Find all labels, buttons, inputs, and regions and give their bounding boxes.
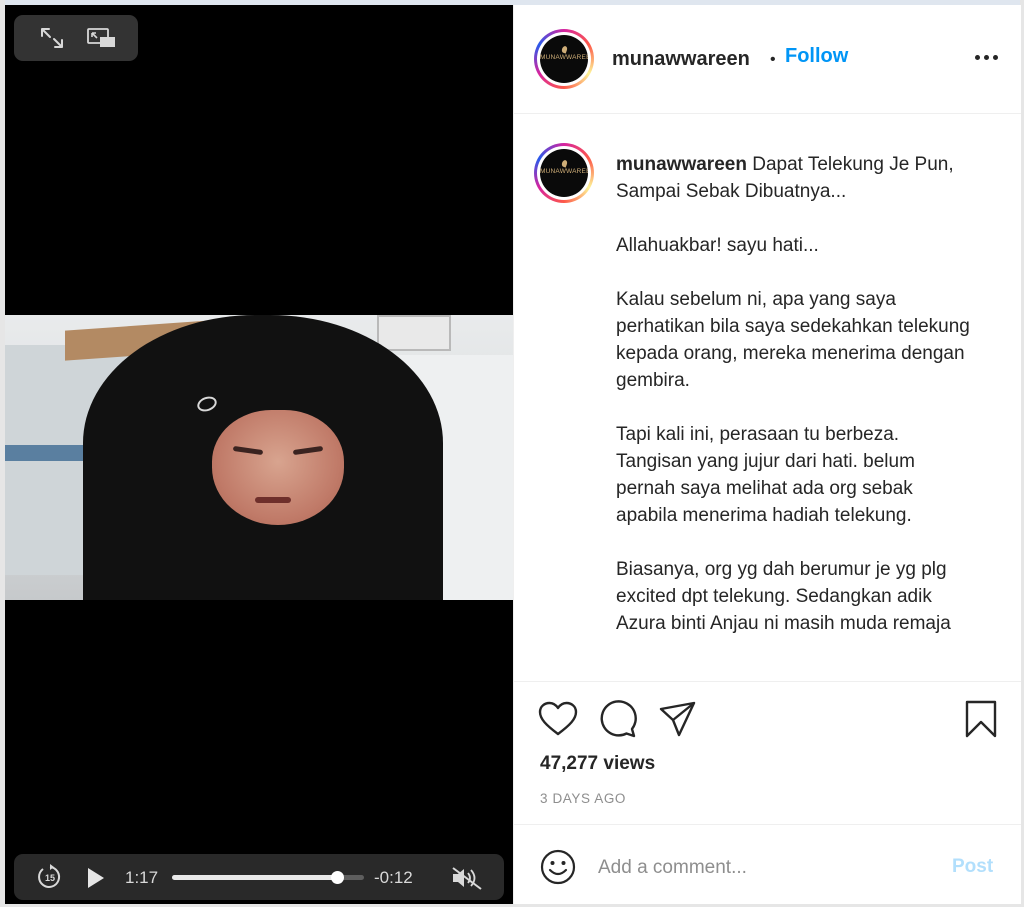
post-panel: MUNAWWAREEN munawwareen • Follow MUNAWWA… — [513, 5, 1021, 904]
speaker-muted-icon[interactable] — [450, 865, 484, 891]
avatar-image: MUNAWWAREEN — [540, 35, 588, 83]
avatar-border: MUNAWWAREEN — [537, 32, 591, 86]
video-player[interactable]: 15 1:17 -0:12 — [5, 5, 513, 904]
more-options-icon[interactable] — [972, 47, 1002, 67]
actions-divider — [514, 681, 1021, 682]
caption-avatar-logo-mark — [560, 159, 569, 168]
post-date[interactable]: 3 DAYS AGO — [540, 791, 626, 806]
avatar[interactable]: MUNAWWAREEN — [534, 29, 594, 89]
video-frame — [5, 315, 513, 600]
caption-paragraph: Kalau sebelum ni, apa yang saya perhatik… — [616, 289, 970, 391]
skip-back-label: 15 — [45, 873, 55, 883]
heart-icon[interactable] — [538, 701, 578, 742]
play-icon[interactable] — [84, 866, 106, 890]
elapsed-time: 1:17 — [125, 868, 159, 887]
skip-back-15-icon[interactable]: 15 — [36, 863, 64, 891]
avatar-logo-text: MUNAWWAREEN — [540, 54, 588, 61]
video-progress-fill — [172, 875, 338, 880]
comment-input[interactable] — [598, 853, 928, 883]
avatar-logo-mark — [560, 45, 569, 54]
post-caption: munawwareen Dapat Telekung Je Pun, Sampa… — [616, 151, 976, 664]
video-person-face — [212, 410, 344, 525]
video-scene-window — [377, 315, 451, 351]
video-scrubber-handle[interactable] — [331, 871, 345, 884]
caption-avatar-logo-text: MUNAWWAREEN — [540, 168, 588, 175]
caption-title-line: munawwareen Dapat Telekung Je Pun, Sampa… — [616, 151, 976, 205]
caption-avatar-border: MUNAWWAREEN — [537, 146, 591, 200]
header-username[interactable]: munawwareen — [612, 48, 750, 71]
caption-paragraph: Biasanya, org yg dah berumur je yg plg e… — [616, 559, 951, 634]
bookmark-icon[interactable] — [964, 700, 998, 743]
video-bottom-controls: 15 1:17 -0:12 — [14, 854, 504, 900]
caption-paragraph: Allahuakbar! sayu hati... — [616, 235, 819, 256]
caption-avatar-image: MUNAWWAREEN — [540, 149, 588, 197]
remaining-time: -0:12 — [374, 868, 413, 887]
video-person-mouth — [255, 497, 291, 503]
header-separator: • — [770, 51, 776, 68]
picture-in-picture-icon[interactable] — [86, 26, 115, 50]
post-comment-button[interactable]: Post — [952, 856, 993, 878]
share-icon[interactable] — [658, 700, 698, 743]
video-scrubber[interactable] — [172, 871, 364, 884]
caption-username[interactable]: munawwareen — [616, 154, 747, 175]
post-header: MUNAWWAREEN munawwareen • Follow — [514, 5, 1021, 114]
video-top-controls — [14, 15, 138, 61]
expand-arrows-icon[interactable] — [39, 26, 65, 50]
caption-avatar[interactable]: MUNAWWAREEN — [534, 143, 594, 203]
comment-divider — [514, 824, 1021, 825]
comment-icon[interactable] — [598, 700, 638, 743]
caption-paragraph: Tapi kali ini, perasaan tu berbeza. Tang… — [616, 424, 915, 526]
views-count[interactable]: 47,277 views — [540, 753, 655, 775]
follow-button[interactable]: Follow — [785, 45, 848, 68]
emoji-icon[interactable] — [540, 849, 576, 885]
